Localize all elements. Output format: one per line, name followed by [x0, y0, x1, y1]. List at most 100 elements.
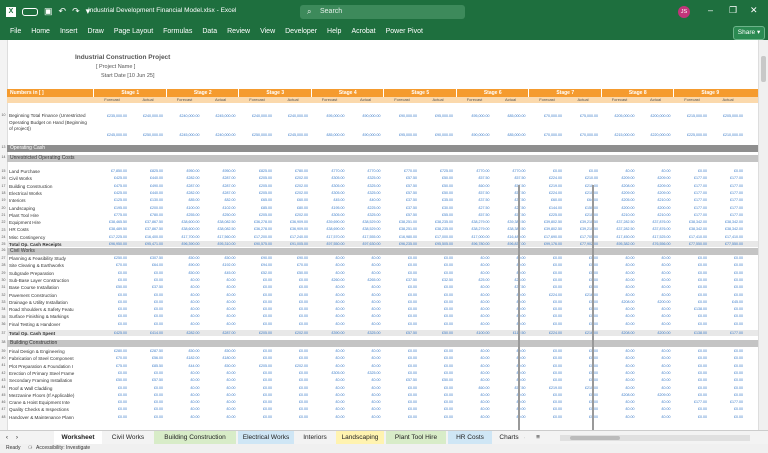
cell-value[interactable]: £0.00 [238, 371, 272, 375]
row-number[interactable]: 39 [0, 349, 7, 353]
table-row[interactable]: Mezzanine Floors (If Applicable) £0.00 £0.… [7, 393, 758, 399]
cell-value[interactable]: £17,700.00 [166, 235, 200, 239]
cell-value[interactable]: £0.00 [637, 278, 671, 282]
cell-value[interactable]: £36,909.00 [274, 220, 308, 224]
cell-value[interactable]: £305.00 [311, 184, 345, 188]
cell-value[interactable]: £414.00 [129, 331, 163, 335]
cell-value[interactable]: £55.00 [419, 213, 453, 217]
cell-value[interactable]: £775.00 [93, 213, 127, 217]
cell-value[interactable]: £85,000.00 [492, 133, 526, 137]
cell-value[interactable]: £177.00 [673, 176, 707, 180]
cell-value[interactable]: £0.00 [673, 263, 707, 267]
row-number[interactable]: 28 [0, 263, 7, 267]
cell-value[interactable]: £0.00 [492, 349, 526, 353]
cell-value[interactable]: £0.00 [274, 307, 308, 311]
menu-item-data[interactable]: Data [202, 28, 217, 35]
cell-value[interactable]: £95,471.00 [129, 242, 163, 246]
cell-value[interactable]: £91,005.00 [274, 242, 308, 246]
cell-value[interactable]: £0.00 [673, 393, 707, 397]
cell-value[interactable]: £90,000.00 [347, 133, 381, 137]
cell-value[interactable]: £770.00 [311, 169, 345, 173]
close-icon[interactable]: ✕ [750, 5, 758, 16]
cell-value[interactable]: £0.00 [311, 356, 345, 360]
cell-value[interactable]: £250,000.00 [238, 133, 272, 137]
cell-value[interactable]: £50.00 [419, 331, 453, 335]
row-number[interactable]: 36 [0, 322, 7, 326]
cell-value[interactable]: £0.00 [528, 285, 562, 289]
cell-value[interactable]: £38,279.00 [456, 227, 490, 231]
cell-value[interactable]: £0.00 [274, 356, 308, 360]
horizontal-scrollbar[interactable] [560, 435, 750, 441]
cell-value[interactable]: £0.00 [492, 400, 526, 404]
cell-value[interactable]: £219.00 [528, 386, 562, 390]
cell-value[interactable]: £0.00 [129, 293, 163, 297]
cell-value[interactable]: £0.00 [601, 293, 635, 297]
cell-value[interactable]: £0.00 [528, 393, 562, 397]
avatar[interactable]: JS [678, 6, 690, 18]
cell-value[interactable]: £209.00 [637, 393, 671, 397]
cell-value[interactable]: £240,000.00 [238, 114, 272, 118]
cell-value[interactable]: £205.00 [238, 191, 272, 195]
cell-value[interactable]: £38,251.00 [383, 220, 417, 224]
cell-value[interactable]: £0.00 [709, 349, 743, 353]
cell-value[interactable]: £96,837.00 [492, 242, 526, 246]
cell-value[interactable]: £0.00 [166, 300, 200, 304]
cell-value[interactable]: £0.00 [456, 307, 490, 311]
cell-value[interactable]: £64.00 [129, 263, 163, 267]
cell-value[interactable]: £57.50 [492, 213, 526, 217]
cell-value[interactable]: £0.00 [129, 322, 163, 326]
cell-value[interactable]: £70,000.00 [528, 114, 562, 118]
cell-value[interactable]: £0.00 [166, 400, 200, 404]
cell-value[interactable]: £70.00 [274, 263, 308, 267]
cell-value[interactable]: £38,529.00 [347, 227, 381, 231]
cell-value[interactable]: £0.00 [274, 278, 308, 282]
cell-value[interactable]: £76,556.00 [637, 242, 671, 246]
cell-value[interactable]: £0.00 [238, 300, 272, 304]
cell-value[interactable]: £0.00 [456, 371, 490, 375]
cell-value[interactable]: £0.00 [166, 278, 200, 282]
cell-value[interactable]: £0.00 [347, 300, 381, 304]
cell-value[interactable]: £50.00 [166, 256, 200, 260]
cell-value[interactable]: £144.00 [528, 206, 562, 210]
cell-value[interactable]: £0.00 [709, 169, 743, 173]
cell-value[interactable]: £17,000.00 [419, 235, 453, 239]
row-number[interactable]: 31 [0, 285, 7, 289]
menu-item-help[interactable]: Help [327, 28, 341, 35]
cell-value[interactable]: £0.00 [637, 314, 671, 318]
cell-value[interactable]: £57.50 [129, 378, 163, 382]
cell-value[interactable]: £0.00 [347, 271, 381, 275]
cell-value[interactable]: £0.00 [601, 400, 635, 404]
cell-value[interactable]: £0.00 [202, 415, 236, 419]
cell-value[interactable]: £0.00 [492, 371, 526, 375]
cell-value[interactable]: £0.00 [456, 400, 490, 404]
cell-value[interactable]: £425.00 [93, 191, 127, 195]
cell-value[interactable]: £305.00 [311, 213, 345, 217]
cell-value[interactable]: £37,282.50 [601, 220, 635, 224]
row-number[interactable]: 35 [0, 315, 7, 319]
cell-value[interactable]: £17,200.00 [238, 235, 272, 239]
cell-value[interactable]: £0.00 [709, 378, 743, 382]
cell-value[interactable]: £57.50 [492, 191, 526, 195]
cell-value[interactable]: £50.00 [166, 349, 200, 353]
cell-value[interactable]: £0.00 [601, 386, 635, 390]
cell-value[interactable]: £287.00 [202, 184, 236, 188]
cell-value[interactable]: £0.00 [347, 263, 381, 267]
cell-value[interactable]: £0.00 [601, 378, 635, 382]
cell-value[interactable]: £0.00 [419, 285, 453, 289]
cell-value[interactable]: £37,876.00 [637, 227, 671, 231]
cell-value[interactable]: £0.00 [274, 400, 308, 404]
cell-value[interactable]: £94.00 [238, 263, 272, 267]
cell-value[interactable]: £0.00 [238, 349, 272, 353]
cell-value[interactable]: £0.00 [709, 307, 743, 311]
cell-value[interactable]: £0.00 [528, 278, 562, 282]
cell-value[interactable]: £0.00 [274, 293, 308, 297]
cell-value[interactable]: £950.00 [202, 169, 236, 173]
cell-value[interactable]: £0.00 [492, 271, 526, 275]
cell-value[interactable]: £0.00 [456, 378, 490, 382]
table-row[interactable]: Drainage & Utility Installation £0.00 £0.0… [7, 300, 758, 306]
cell-value[interactable]: £0.00 [93, 300, 127, 304]
table-row[interactable]: Final Design & Engineering £280.00 £287.50… [7, 349, 758, 355]
cell-value[interactable]: £50.00 [419, 191, 453, 195]
cell-value[interactable]: £307.50 [129, 256, 163, 260]
row-number[interactable]: 13 [0, 145, 7, 149]
